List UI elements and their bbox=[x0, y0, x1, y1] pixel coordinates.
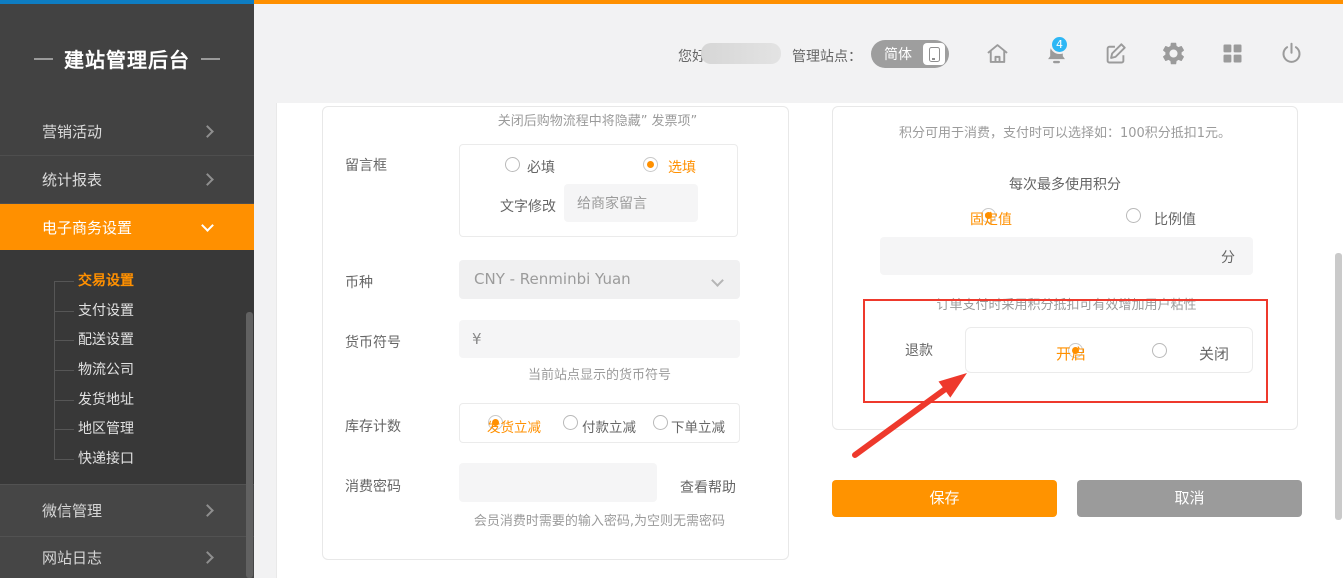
chevron-right-icon bbox=[201, 125, 214, 138]
chevron-right-icon bbox=[201, 504, 214, 517]
admin-page: 建站管理后台 营销活动 统计报表 电子商务设置 交易设置 支付设置 配送设置 物… bbox=[0, 0, 1343, 578]
sidebar-subitem-express-api[interactable]: 快递接口 bbox=[0, 444, 254, 474]
sidebar-subitem-trade-settings[interactable]: 交易设置 bbox=[0, 266, 254, 296]
currency-label: 币种 bbox=[345, 272, 373, 292]
redacted-username bbox=[701, 43, 781, 64]
content-gutter bbox=[254, 103, 277, 578]
subitem-label: 支付设置 bbox=[78, 303, 134, 319]
fixed-value-label[interactable]: 固定值 bbox=[970, 209, 1012, 229]
consume-password-input[interactable] bbox=[459, 463, 657, 502]
chevron-right-icon bbox=[201, 173, 214, 186]
chevron-right-icon bbox=[201, 551, 214, 564]
sidebar-subitem-delivery-settings[interactable]: 配送设置 bbox=[0, 325, 254, 355]
sidebar-subitem-logistics-company[interactable]: 物流公司 bbox=[0, 355, 254, 385]
max-points-input[interactable]: 分 bbox=[880, 237, 1253, 275]
currency-select[interactable]: CNY - Renminbi Yuan bbox=[459, 260, 740, 299]
apps-grid-icon[interactable] bbox=[1219, 40, 1246, 67]
message-optional-label[interactable]: 选填 bbox=[668, 157, 696, 177]
save-button[interactable]: 保存 bbox=[832, 480, 1057, 517]
currency-symbol-label: 货币符号 bbox=[345, 332, 401, 352]
tree-tick bbox=[54, 311, 74, 312]
stock-count-label: 库存计数 bbox=[345, 416, 401, 436]
home-icon[interactable] bbox=[984, 40, 1011, 67]
tree-tick bbox=[54, 400, 74, 401]
annotation-arrow bbox=[843, 363, 983, 463]
notification-count-badge: 4 bbox=[1050, 35, 1069, 54]
cancel-button[interactable]: 取消 bbox=[1077, 480, 1302, 517]
points-unit-suffix: 分 bbox=[1221, 247, 1235, 267]
sidebar-item-statistics[interactable]: 统计报表 bbox=[0, 156, 254, 204]
tree-tick bbox=[54, 459, 74, 460]
max-points-label: 每次最多使用积分 bbox=[842, 174, 1288, 194]
language-label: 简体 bbox=[884, 44, 912, 64]
sidebar-subitem-region-management[interactable]: 地区管理 bbox=[0, 414, 254, 444]
subitem-label: 地区管理 bbox=[78, 421, 134, 437]
stock-ship-deduct-label[interactable]: 发货立减 bbox=[487, 416, 541, 436]
language-switch-pill[interactable]: 简体 bbox=[871, 40, 949, 68]
sidebar-scrollbar-thumb[interactable] bbox=[246, 312, 253, 578]
sidebar-item-label: 微信管理 bbox=[42, 500, 102, 521]
chevron-down-icon bbox=[711, 274, 724, 287]
manage-site-label: 管理站点： bbox=[792, 46, 862, 66]
consume-password-label: 消费密码 bbox=[345, 476, 401, 496]
subitem-label: 交易设置 bbox=[78, 273, 134, 289]
stock-order-deduct-radio[interactable] bbox=[653, 415, 668, 430]
tree-tick bbox=[54, 281, 74, 282]
title-dash-right bbox=[201, 58, 220, 60]
tree-tick bbox=[54, 340, 74, 341]
tree-tick bbox=[54, 429, 74, 430]
sidebar-subitem-shipping-address[interactable]: 发货地址 bbox=[0, 385, 254, 415]
subitem-label: 快递接口 bbox=[78, 451, 134, 467]
app-title: 建站管理后台 bbox=[0, 44, 254, 73]
message-text-input[interactable] bbox=[564, 184, 698, 222]
message-required-label[interactable]: 必填 bbox=[527, 157, 555, 177]
sidebar-item-label: 网站日志 bbox=[42, 547, 102, 568]
tree-tick bbox=[54, 370, 74, 371]
message-required-radio[interactable] bbox=[505, 157, 520, 172]
logout-power-icon[interactable] bbox=[1278, 40, 1305, 67]
mobile-preview-icon[interactable] bbox=[923, 43, 945, 65]
text-edit-label: 文字修改 bbox=[500, 196, 556, 216]
subitem-label: 配送设置 bbox=[78, 332, 134, 348]
currency-symbol-input[interactable] bbox=[459, 320, 740, 358]
edit-icon[interactable] bbox=[1102, 40, 1129, 67]
chevron-down-icon bbox=[201, 219, 214, 232]
sidebar-item-ecommerce-settings[interactable]: 电子商务设置 bbox=[0, 204, 254, 250]
settings-gear-icon[interactable] bbox=[1160, 40, 1187, 67]
subitem-label: 物流公司 bbox=[78, 362, 134, 378]
sidebar-item-label: 营销活动 bbox=[42, 121, 102, 142]
sidebar-topbar-accent bbox=[0, 0, 254, 4]
stock-pay-deduct-label[interactable]: 付款立减 bbox=[582, 416, 636, 436]
sidebar-subitem-payment-settings[interactable]: 支付设置 bbox=[0, 296, 254, 326]
message-box-label: 留言框 bbox=[345, 155, 387, 175]
points-hint: 积分可用于消费，支付时可以选择如：100积分抵扣1元。 bbox=[842, 122, 1288, 141]
sidebar-item-wechat[interactable]: 微信管理 bbox=[0, 484, 254, 536]
ratio-value-label[interactable]: 比例值 bbox=[1154, 209, 1196, 229]
view-help-link[interactable]: 查看帮助 bbox=[680, 477, 736, 497]
stock-order-deduct-label[interactable]: 下单立减 bbox=[671, 416, 725, 436]
subitem-label: 发货地址 bbox=[78, 392, 134, 408]
currency-symbol-hint: 当前站点显示的货币符号 bbox=[459, 364, 740, 383]
sidebar-item-label: 电子商务设置 bbox=[42, 217, 132, 238]
ratio-value-radio[interactable] bbox=[1126, 208, 1141, 223]
consume-password-hint: 会员消费时需要的输入密码,为空则无需密码 bbox=[459, 510, 740, 529]
title-dash-left bbox=[34, 58, 53, 60]
stock-pay-deduct-radio[interactable] bbox=[563, 415, 578, 430]
page-scrollbar-thumb[interactable] bbox=[1335, 253, 1342, 520]
sidebar-item-site-log[interactable]: 网站日志 bbox=[0, 536, 254, 578]
message-optional-radio[interactable] bbox=[643, 157, 658, 172]
sidebar-item-label: 统计报表 bbox=[42, 169, 102, 190]
currency-select-value: CNY - Renminbi Yuan bbox=[474, 270, 631, 288]
invoice-hint: 关闭后购物流程中将隐藏” 发票项” bbox=[450, 110, 745, 129]
sidebar-item-marketing[interactable]: 营销活动 bbox=[0, 108, 254, 156]
app-title-text: 建站管理后台 bbox=[64, 44, 190, 73]
